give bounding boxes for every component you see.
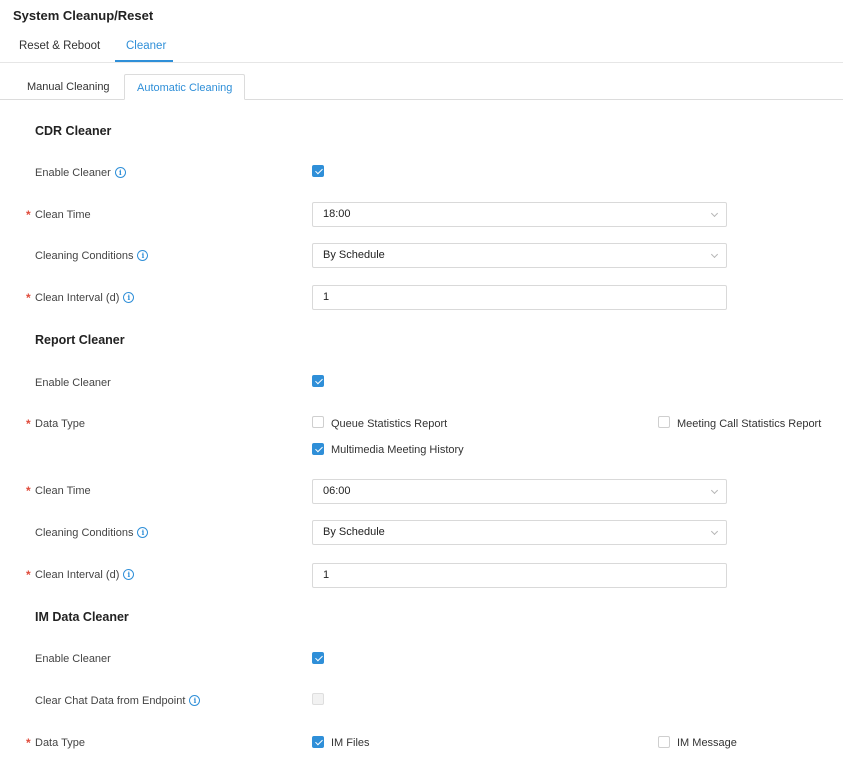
required-mark: *: [26, 568, 31, 582]
cdr-interval-input[interactable]: 1: [312, 285, 727, 310]
cdr-conditions-label: Cleaning Conditions i: [35, 250, 149, 262]
required-mark: *: [26, 208, 31, 222]
clear-chat-checkbox: [312, 693, 324, 705]
info-icon[interactable]: i: [189, 695, 201, 706]
im-enable-checkbox[interactable]: [312, 652, 324, 664]
required-mark: *: [26, 484, 31, 498]
tab-reset-reboot[interactable]: Reset & Reboot: [19, 40, 100, 52]
cdr-enable-checkbox[interactable]: [312, 165, 324, 177]
im-message-checkbox[interactable]: [658, 736, 670, 748]
chevron-down-icon: [710, 527, 719, 536]
report-data-type-label: Data Type: [35, 418, 85, 430]
report-cleaner-title: Report Cleaner: [35, 333, 125, 347]
info-icon[interactable]: i: [123, 569, 135, 580]
required-mark: *: [26, 291, 31, 305]
cdr-clean-time-label: Clean Time: [35, 209, 91, 221]
report-clean-time-label: Clean Time: [35, 485, 91, 497]
queue-statistics-checkbox[interactable]: [312, 416, 324, 428]
report-interval-label: Clean Interval (d) i: [35, 569, 135, 581]
report-conditions-label: Cleaning Conditions i: [35, 527, 149, 539]
report-clean-time-value: 06:00: [323, 485, 351, 497]
info-icon[interactable]: i: [137, 250, 149, 261]
info-icon[interactable]: i: [123, 292, 135, 303]
clear-chat-label: Clear Chat Data from Endpoint i: [35, 695, 201, 707]
cdr-interval-label: Clean Interval (d) i: [35, 292, 135, 304]
page-title: System Cleanup/Reset: [13, 8, 154, 23]
report-clean-time-select[interactable]: 06:00: [312, 479, 727, 504]
cdr-enable-label: Enable Cleaner i: [35, 167, 126, 179]
cdr-conditions-select[interactable]: By Schedule: [312, 243, 727, 268]
cdr-conditions-value: By Schedule: [323, 249, 385, 261]
cdr-cleaner-title: CDR Cleaner: [35, 124, 112, 138]
chevron-down-icon: [710, 250, 719, 259]
im-files-label[interactable]: IM Files: [331, 737, 370, 749]
meeting-call-statistics-checkbox[interactable]: [658, 416, 670, 428]
subtab-automatic-cleaning[interactable]: Automatic Cleaning: [124, 74, 246, 100]
required-mark: *: [26, 417, 31, 431]
chevron-down-icon: [710, 209, 719, 218]
cdr-clean-time-select[interactable]: 18:00: [312, 202, 727, 227]
meeting-call-statistics-label[interactable]: Meeting Call Statistics Report: [677, 418, 821, 430]
tab-cleaner[interactable]: Cleaner: [126, 40, 166, 52]
im-data-type-label: Data Type: [35, 737, 85, 749]
report-conditions-value: By Schedule: [323, 526, 385, 538]
subtab-manual-cleaning[interactable]: Manual Cleaning: [27, 74, 110, 100]
multimedia-meeting-history-checkbox[interactable]: [312, 443, 324, 455]
im-enable-label: Enable Cleaner: [35, 653, 111, 665]
im-message-label[interactable]: IM Message: [677, 737, 737, 749]
im-files-checkbox[interactable]: [312, 736, 324, 748]
info-icon[interactable]: i: [114, 167, 126, 178]
report-conditions-select[interactable]: By Schedule: [312, 520, 727, 545]
info-icon[interactable]: i: [137, 527, 149, 538]
report-enable-checkbox[interactable]: [312, 375, 324, 387]
cdr-clean-time-value: 18:00: [323, 208, 351, 220]
im-cleaner-title: IM Data Cleaner: [35, 610, 129, 624]
tab-divider: [0, 62, 843, 63]
multimedia-meeting-history-label[interactable]: Multimedia Meeting History: [331, 444, 464, 456]
chevron-down-icon: [710, 486, 719, 495]
report-interval-input[interactable]: 1: [312, 563, 727, 588]
required-mark: *: [26, 736, 31, 750]
report-enable-label: Enable Cleaner: [35, 377, 111, 389]
queue-statistics-label[interactable]: Queue Statistics Report: [331, 418, 447, 430]
